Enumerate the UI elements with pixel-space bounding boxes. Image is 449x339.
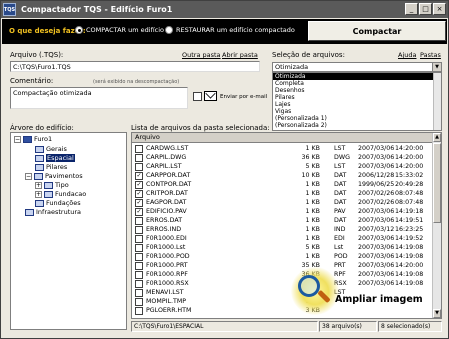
expand-icon[interactable]: +: [35, 190, 42, 198]
selection-option[interactable]: (Personalizada 2): [273, 122, 441, 129]
row-checkbox[interactable]: ✓: [135, 199, 143, 207]
row-checkbox[interactable]: [135, 253, 143, 261]
selection-dropdown[interactable]: Otimizada ▼: [272, 62, 442, 72]
folder-icon: [25, 208, 34, 216]
status-file-count: 38 arquivo(s): [319, 321, 377, 332]
building-icon: [23, 135, 32, 143]
tree-node-tipo[interactable]: + Tipo: [35, 181, 69, 189]
close-button[interactable]: ×: [433, 3, 446, 15]
tree-node-pilares[interactable]: Pilares: [35, 163, 67, 171]
folder-icon: [35, 163, 44, 171]
comment-input[interactable]: Compactação otimizada: [10, 87, 188, 109]
row-checkbox[interactable]: [135, 244, 143, 252]
compact-button[interactable]: Compactar: [308, 21, 446, 41]
tree-node-espacial[interactable]: Espacial: [35, 154, 75, 162]
selection-option[interactable]: Otimizada: [273, 73, 441, 80]
selection-option[interactable]: Pilares: [273, 94, 441, 101]
envelope-icon: [204, 91, 217, 101]
column-header-arquivo[interactable]: Arquivo: [132, 133, 433, 143]
main-window: TQS Compactador TQS - Edifício Furo1 _ □…: [0, 0, 449, 339]
row-checkbox[interactable]: [135, 280, 143, 288]
app-icon: TQS: [3, 3, 16, 16]
archive-path-input[interactable]: C:\TQS\Furo1.TQS: [10, 61, 260, 72]
zoom-overlay[interactable]: Ampliar imagem: [287, 267, 437, 317]
row-checkbox[interactable]: [135, 226, 143, 234]
file-list-label: Lista de arquivos da pasta selecionada:: [131, 124, 270, 132]
building-tree: − Furo1 Gerais Espacial Pilares − Pavime…: [10, 132, 127, 330]
row-checkbox[interactable]: ✓: [135, 190, 143, 198]
open-folder-link[interactable]: Abrir pasta: [222, 51, 258, 59]
radio-restore[interactable]: RESTAURAR um edifício compactado: [165, 26, 295, 34]
row-checkbox[interactable]: [135, 163, 143, 171]
folders-link[interactable]: Pastas: [420, 51, 441, 59]
status-path: C:\TQS\Furo1\ESPACIAL: [131, 321, 318, 332]
maximize-button[interactable]: □: [419, 3, 432, 15]
tree-node-pavimentos[interactable]: − Pavimentos: [25, 172, 83, 180]
other-folder-link[interactable]: Outra pasta: [182, 51, 221, 59]
row-checkbox[interactable]: [135, 289, 143, 297]
action-bar: O que deseja fazer: COMPACTAR um edifíci…: [2, 19, 447, 44]
title-bar: TQS Compactador TQS - Edifício Furo1 _ □…: [1, 1, 448, 18]
selection-option[interactable]: Completa: [273, 80, 441, 87]
row-checkbox[interactable]: [135, 271, 143, 279]
email-label: Enviar por e-mail: [220, 94, 268, 100]
row-checkbox[interactable]: [135, 217, 143, 225]
row-checkbox[interactable]: [135, 235, 143, 243]
window-title: Compactador TQS - Edifício Furo1: [21, 5, 173, 14]
comment-label: Comentário:: [10, 77, 54, 85]
tree-node-infraestrutura[interactable]: Infraestrutura: [25, 208, 81, 216]
minimize-button[interactable]: _: [405, 3, 418, 15]
radio-restore-label: RESTAURAR um edifício compactado: [176, 26, 295, 34]
folder-icon: [35, 145, 44, 153]
folder-icon: [34, 172, 43, 180]
help-link[interactable]: Ajuda: [398, 51, 416, 59]
radio-restore-dot[interactable]: [165, 26, 173, 34]
tree-node-fundacoes[interactable]: Fundações: [35, 199, 81, 207]
status-selected-count: 8 selecionado(s): [378, 321, 442, 332]
folder-icon: [44, 181, 53, 189]
radio-compact-label: COMPACTAR um edifício: [86, 26, 165, 34]
row-checkbox[interactable]: [135, 307, 143, 315]
row-checkbox[interactable]: [135, 145, 143, 153]
radio-compact[interactable]: COMPACTAR um edifício: [75, 26, 164, 34]
row-checkbox[interactable]: [135, 154, 143, 162]
comment-hint: (será exibido na descompactação): [93, 79, 180, 85]
scroll-up-icon[interactable]: ▲: [433, 133, 441, 142]
selection-list-scrollbar[interactable]: [433, 73, 441, 130]
tree-node-fundacao[interactable]: + Fundacao: [35, 190, 86, 198]
magnifier-icon[interactable]: [298, 275, 320, 297]
chevron-down-icon[interactable]: ▼: [432, 63, 441, 71]
collapse-icon[interactable]: −: [14, 135, 21, 143]
tree-node-gerais[interactable]: Gerais: [35, 145, 67, 153]
selection-dropdown-value: Otimizada: [275, 63, 309, 71]
row-checkbox[interactable]: [135, 298, 143, 306]
zoom-label[interactable]: Ampliar imagem: [335, 294, 423, 305]
scroll-thumb[interactable]: [433, 143, 441, 223]
file-selection-label: Seleção de arquivos:: [272, 51, 345, 59]
folder-icon: [35, 199, 44, 207]
row-checkbox[interactable]: ✓: [135, 181, 143, 189]
selection-option[interactable]: Vigas: [273, 108, 441, 115]
radio-compact-dot[interactable]: [75, 26, 83, 34]
row-checkbox[interactable]: ✓: [135, 208, 143, 216]
selection-list[interactable]: Otimizada Completa Desenhos Pilares Laje…: [272, 72, 442, 131]
selection-option[interactable]: (Personalizada 1): [273, 115, 441, 122]
tree-node-furo1[interactable]: − Furo1: [14, 135, 52, 143]
collapse-icon[interactable]: −: [25, 172, 32, 180]
folder-icon: [35, 154, 44, 162]
tree-label: Árvore do edifício:: [10, 124, 74, 132]
row-checkbox[interactable]: [135, 262, 143, 270]
row-checkbox[interactable]: ✓: [135, 172, 143, 180]
email-checkbox[interactable]: [193, 92, 202, 101]
file-name: PGLOERR.HTM: [146, 307, 192, 314]
archive-label: Arquivo (.TQS):: [10, 51, 64, 59]
selection-option[interactable]: Desenhos: [273, 87, 441, 94]
folder-icon: [44, 190, 53, 198]
selection-option[interactable]: Lajes: [273, 101, 441, 108]
expand-icon[interactable]: +: [35, 181, 42, 189]
